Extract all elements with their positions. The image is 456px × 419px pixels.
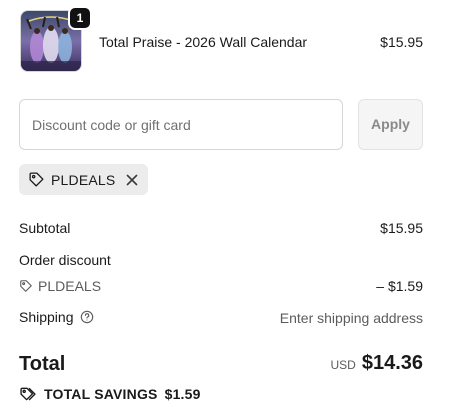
total-currency: USD	[330, 358, 356, 372]
order-discount-value: – $1.59	[376, 278, 423, 294]
subtotal-label: Subtotal	[19, 220, 71, 236]
total-value-group: USD $14.36	[330, 352, 423, 375]
total-savings-amount: $1.59	[164, 386, 201, 402]
total-savings-label: TOTAL SAVINGS	[44, 386, 158, 402]
total-label: Total	[19, 353, 66, 375]
tags-icon	[19, 386, 37, 403]
shipping-value: Enter shipping address	[279, 310, 423, 326]
tag-icon	[28, 171, 45, 188]
total-amount: $14.36	[361, 352, 423, 374]
total-savings: TOTAL SAVINGS $1.59	[19, 385, 201, 403]
shipping-label-group: Shipping	[19, 308, 94, 326]
tag-icon	[19, 279, 33, 293]
applied-discount-chip: PLDEALS	[19, 164, 149, 195]
close-icon[interactable]	[125, 173, 139, 187]
product-title: Total Praise - 2026 Wall Calendar	[99, 34, 308, 50]
apply-button[interactable]: Apply	[358, 99, 423, 150]
quantity-badge: 1	[68, 6, 92, 30]
shipping-label: Shipping	[19, 309, 74, 325]
applied-discount-code: PLDEALS	[51, 171, 116, 188]
help-circle-icon[interactable]	[80, 310, 94, 324]
discount-code-input[interactable]	[19, 99, 343, 150]
subtotal-value: $15.95	[380, 220, 423, 236]
product-price: $15.95	[380, 34, 423, 50]
order-discount-code-text: PLDEALS	[38, 278, 102, 294]
order-discount-code: PLDEALS	[19, 277, 101, 295]
product-thumbnail-wrapper: 1	[20, 6, 92, 72]
order-discount-label: Order discount	[19, 252, 111, 268]
